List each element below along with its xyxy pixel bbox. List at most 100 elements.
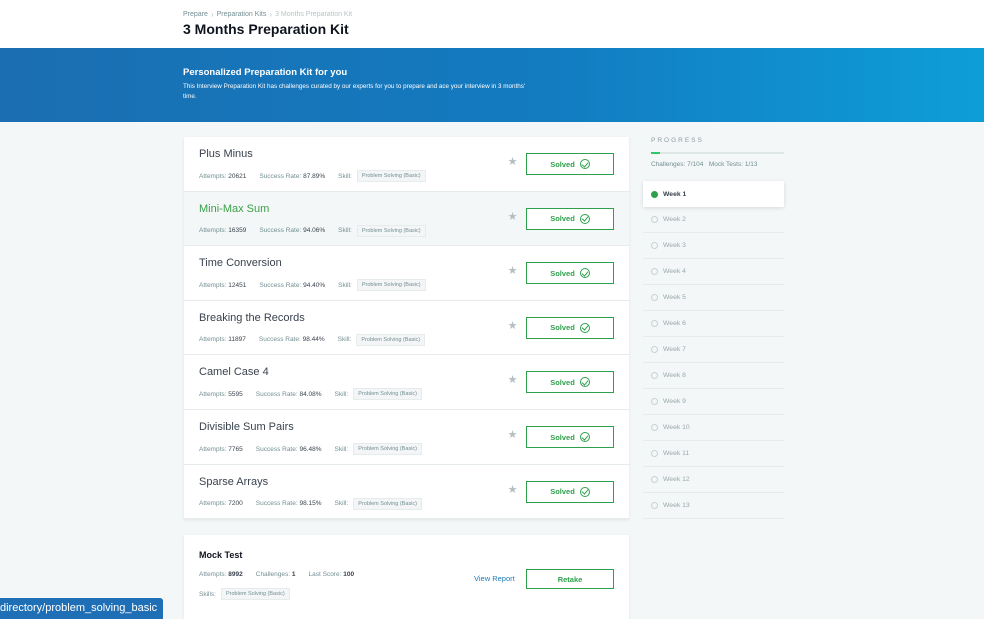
breadcrumb-preparation-kits[interactable]: Preparation Kits bbox=[217, 11, 267, 18]
status-dot-icon bbox=[651, 268, 658, 275]
status-dot-icon bbox=[651, 320, 658, 327]
week-item[interactable]: Week 1 bbox=[643, 181, 784, 207]
status-dot-icon bbox=[651, 190, 658, 198]
chevron-right-icon: › bbox=[269, 10, 273, 19]
status-dot-icon bbox=[651, 476, 658, 483]
banner-description: This Interview Preparation Kit has chall… bbox=[183, 83, 526, 100]
retake-button[interactable]: Retake bbox=[526, 569, 614, 589]
challenge-row[interactable]: Camel Case 4 Attempts: 5595 Success Rate: … bbox=[184, 355, 629, 410]
skill-tag: Problem Solving (Basic) bbox=[356, 279, 426, 292]
progress-bar-fill bbox=[651, 152, 660, 154]
week-item[interactable]: Week 10 bbox=[643, 415, 784, 441]
chevron-right-icon: › bbox=[210, 10, 214, 19]
challenge-meta: Attempts: 12451 Success Rate: 94.40% Skill… bbox=[199, 279, 426, 292]
challenge-name[interactable]: Plus Minus bbox=[199, 148, 253, 160]
solved-button[interactable]: Solved bbox=[526, 262, 614, 285]
challenge-name[interactable]: Divisible Sum Pairs bbox=[199, 421, 294, 433]
star-icon[interactable]: ★ bbox=[507, 211, 518, 223]
star-icon[interactable]: ★ bbox=[507, 484, 518, 496]
star-icon[interactable]: ★ bbox=[507, 375, 518, 386]
status-dot-icon bbox=[651, 450, 658, 457]
solved-button[interactable]: Solved bbox=[526, 426, 614, 448]
challenge-row[interactable]: Mini-Max Sum Attempts: 16359 Success Rate:… bbox=[184, 191, 629, 247]
challenge-row[interactable]: Divisible Sum Pairs Attempts: 7765 Success… bbox=[184, 410, 629, 465]
header: Prepare › Preparation Kits › 3 Months Pr… bbox=[0, 0, 984, 48]
star-icon[interactable]: ★ bbox=[507, 266, 518, 277]
progress-bar bbox=[651, 152, 784, 154]
week-item[interactable]: Week 2 bbox=[643, 207, 784, 233]
mock-skills: Skills: Problem Solving (Basic) bbox=[199, 588, 290, 600]
status-dot-icon bbox=[651, 398, 658, 405]
status-dot-icon bbox=[651, 294, 658, 301]
week-item[interactable]: Week 12 bbox=[643, 467, 784, 493]
week-item[interactable]: Week 13 bbox=[643, 493, 784, 519]
mock-attempts: Attempts: 8992 bbox=[199, 571, 243, 578]
status-dot-icon bbox=[651, 242, 658, 249]
challenge-name[interactable]: Mini-Max Sum bbox=[199, 203, 269, 215]
progress-stats: Challenges: 7/104 Mock Tests: 1/13 bbox=[651, 161, 758, 168]
mock-test-title: Mock Test bbox=[199, 550, 243, 560]
view-report-link[interactable]: View Report bbox=[474, 574, 515, 583]
mock-test-card: Mock Test Attempts: 8992 Challenges: 1 L… bbox=[184, 535, 629, 619]
skill-tag: Problem Solving (Basic) bbox=[353, 443, 422, 455]
progress-label: PROGRESS bbox=[651, 137, 704, 144]
solved-button[interactable]: Solved bbox=[526, 480, 614, 503]
challenge-name[interactable]: Camel Case 4 bbox=[199, 366, 269, 378]
status-bar-url: directory/problem_solving_basic bbox=[0, 598, 164, 619]
challenge-meta: Attempts: 5595 Success Rate: 84.08% Skill:… bbox=[199, 388, 422, 401]
challenge-row[interactable]: Plus Minus Attempts: 20621 Success Rate: 8… bbox=[184, 137, 629, 192]
week-item[interactable]: Week 6 bbox=[643, 311, 784, 337]
challenge-name[interactable]: Sparse Arrays bbox=[199, 476, 268, 488]
check-circle-icon bbox=[579, 268, 590, 279]
week-item[interactable]: Week 8 bbox=[643, 363, 784, 389]
skill-tag: Problem Solving (Basic) bbox=[356, 170, 426, 182]
skill-tag: Problem Solving (Basic) bbox=[356, 333, 426, 346]
breadcrumb-current: 3 Months Preparation Kit bbox=[275, 11, 353, 18]
challenge-row[interactable]: Breaking the Records Attempts: 11897 Succe… bbox=[184, 301, 629, 356]
week-item[interactable]: Week 5 bbox=[643, 285, 784, 311]
mock-last-score: Last Score: 100 bbox=[308, 571, 355, 578]
challenge-name[interactable]: Time Conversion bbox=[199, 257, 282, 269]
week-item[interactable]: Week 11 bbox=[643, 441, 784, 467]
mock-challenges: Challenges: 1 bbox=[255, 571, 296, 578]
challenge-list: Plus Minus Attempts: 20621 Success Rate: 8… bbox=[184, 137, 629, 520]
star-icon[interactable]: ★ bbox=[507, 320, 518, 332]
solved-button[interactable]: Solved bbox=[526, 153, 614, 175]
check-circle-icon bbox=[579, 432, 590, 442]
check-circle-icon bbox=[579, 322, 590, 333]
star-icon[interactable]: ★ bbox=[507, 430, 518, 441]
status-dot-icon bbox=[651, 502, 658, 509]
solved-button[interactable]: Solved bbox=[526, 207, 614, 230]
challenge-name[interactable]: Breaking the Records bbox=[199, 312, 305, 324]
skill-tag: Problem Solving (Basic) bbox=[220, 588, 290, 600]
challenge-row[interactable]: Time Conversion Attempts: 12451 Success Ra… bbox=[184, 246, 629, 301]
status-dot-icon bbox=[651, 346, 658, 353]
week-item[interactable]: Week 7 bbox=[643, 337, 784, 363]
check-circle-icon bbox=[579, 377, 590, 388]
banner-title: Personalized Preparation Kit for you bbox=[183, 67, 348, 78]
mock-test-meta: Attempts: 8992 Challenges: 1 Last Score:… bbox=[199, 571, 354, 578]
check-circle-icon bbox=[579, 486, 590, 497]
solved-button[interactable]: Solved bbox=[526, 316, 614, 339]
challenge-row[interactable]: Sparse Arrays Attempts: 7200 Success Rate:… bbox=[184, 465, 629, 520]
status-dot-icon bbox=[651, 424, 658, 431]
skill-tag: Problem Solving (Basic) bbox=[356, 224, 426, 237]
status-dot-icon bbox=[651, 216, 658, 223]
challenge-meta: Attempts: 7765 Success Rate: 96.48% Skill:… bbox=[199, 443, 422, 455]
week-item[interactable]: Week 4 bbox=[643, 259, 784, 285]
breadcrumb: Prepare › Preparation Kits › 3 Months Pr… bbox=[183, 10, 352, 19]
week-item[interactable]: Week 3 bbox=[643, 233, 784, 259]
challenge-meta: Attempts: 20621 Success Rate: 87.89% Skill… bbox=[199, 170, 426, 182]
banner: Personalized Preparation Kit for you Thi… bbox=[0, 48, 984, 122]
challenge-meta: Attempts: 7200 Success Rate: 98.15% Skill:… bbox=[199, 497, 422, 510]
check-circle-icon bbox=[579, 213, 590, 224]
skill-tag: Problem Solving (Basic) bbox=[353, 497, 422, 510]
star-icon[interactable]: ★ bbox=[507, 157, 518, 168]
solved-button[interactable]: Solved bbox=[526, 371, 614, 394]
challenge-meta: Attempts: 16359 Success Rate: 94.06% Skill… bbox=[199, 224, 426, 237]
breadcrumb-prepare[interactable]: Prepare bbox=[183, 11, 208, 18]
week-item[interactable]: Week 9 bbox=[643, 389, 784, 415]
challenge-meta: Attempts: 11897 Success Rate: 98.44% Skill… bbox=[199, 333, 426, 346]
skill-tag: Problem Solving (Basic) bbox=[353, 388, 422, 401]
check-circle-icon bbox=[579, 159, 590, 169]
